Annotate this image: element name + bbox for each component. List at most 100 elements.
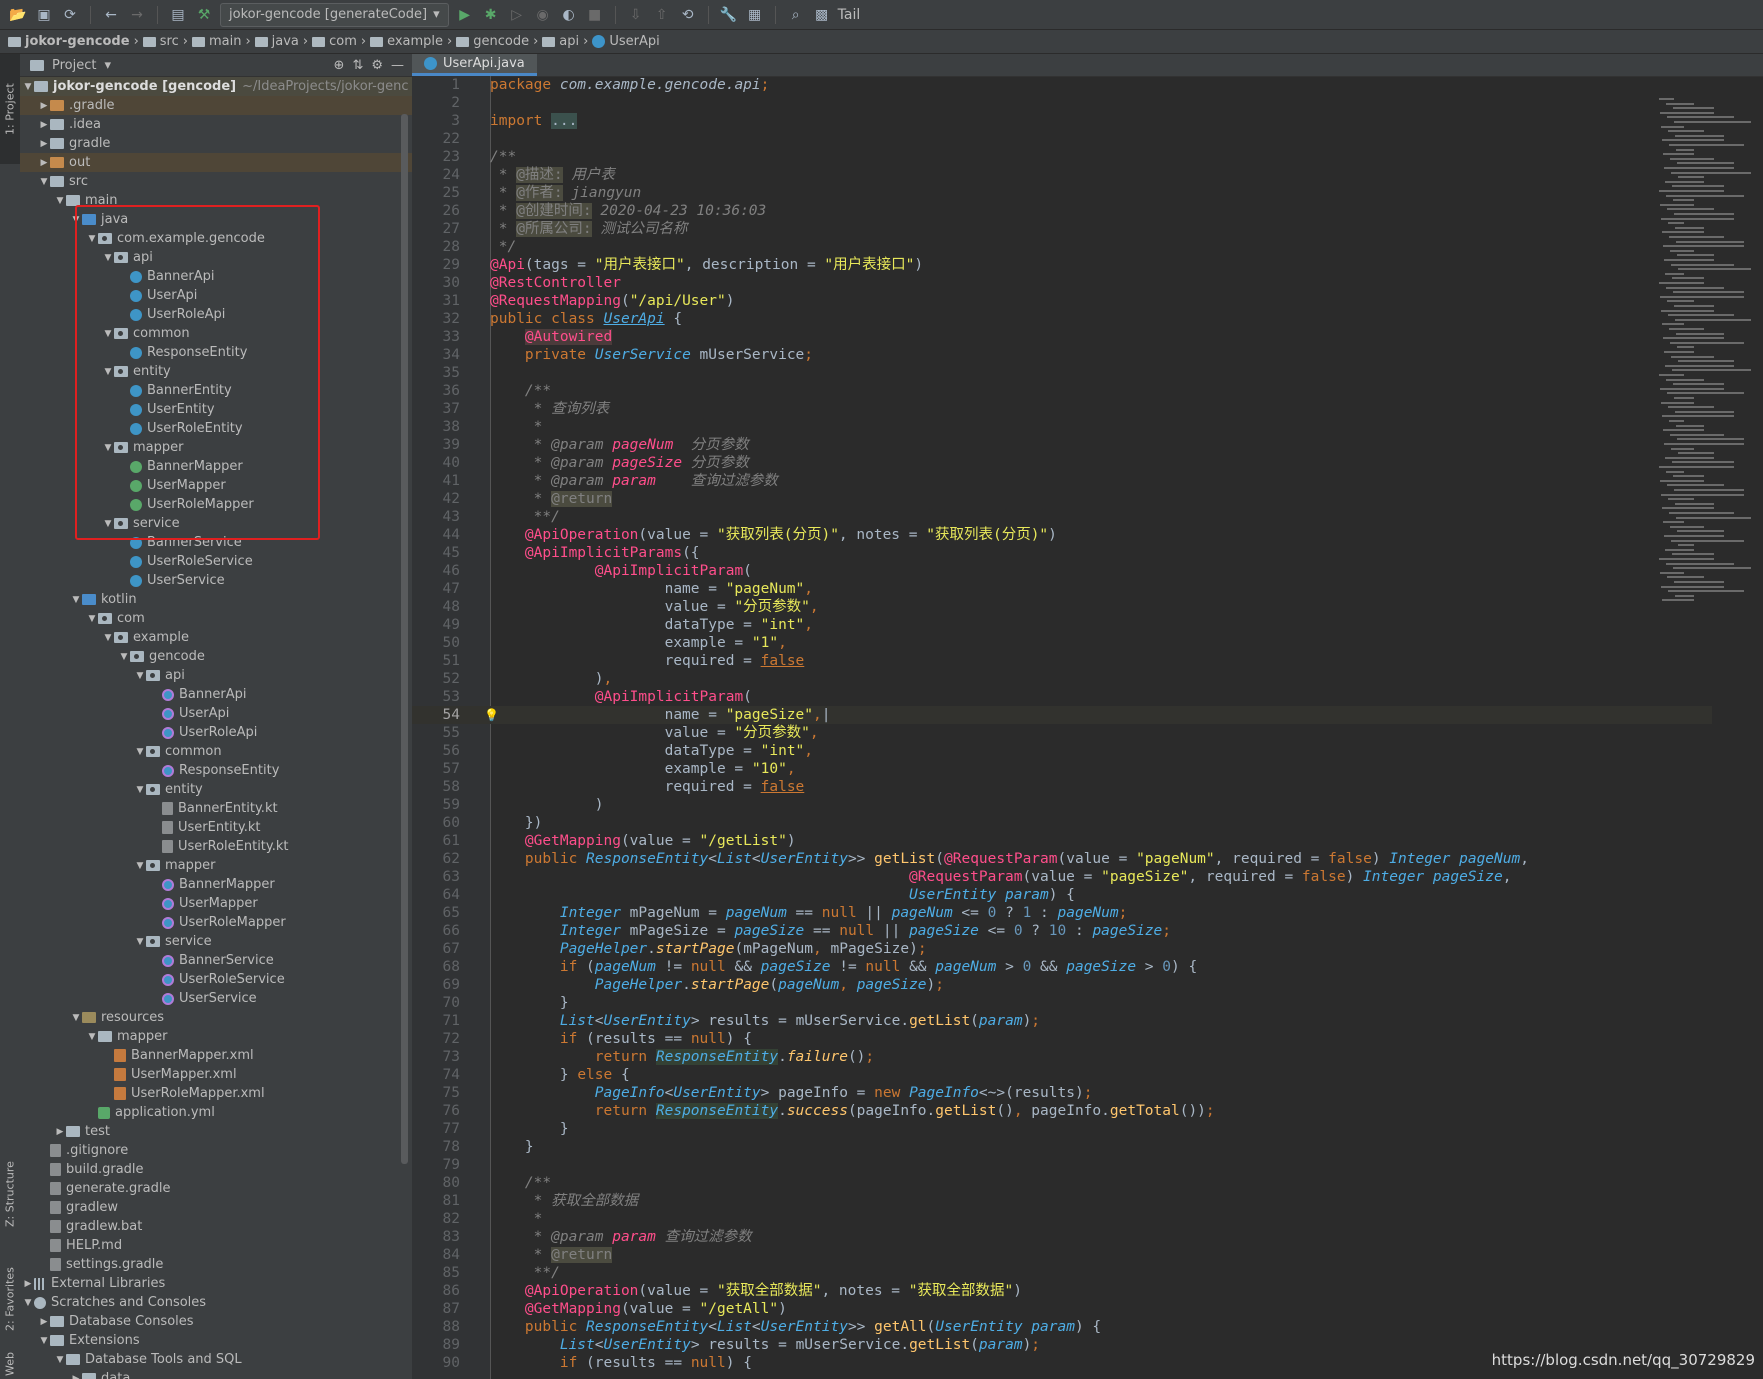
code-line[interactable]: 1 package com.example.gencode.api;	[412, 76, 1712, 94]
code-line[interactable]: 67 PageHelper.startPage(mPageNum, mPageS…	[412, 940, 1712, 958]
tree-item[interactable]: ▶ data	[20, 1369, 412, 1379]
tree-item[interactable]: HELP.md	[20, 1236, 412, 1255]
code-line[interactable]: 75 PageInfo<UserEntity> pageInfo = new P…	[412, 1084, 1712, 1102]
chevron-right-icon[interactable]: ▶	[38, 139, 50, 149]
tree-root[interactable]: ▼ jokor-gencode [gencode] ~/IdeaProjects…	[20, 77, 412, 96]
tree-item[interactable]: UserService	[20, 989, 412, 1008]
chevron-right-icon[interactable]: ▶	[70, 1374, 82, 1379]
project-structure-icon[interactable]: ▦	[745, 5, 765, 25]
chevron-down-icon[interactable]: ▼	[54, 1355, 66, 1365]
code-line[interactable]: 54 name = "pageSize",| 💡	[412, 706, 1712, 724]
chevron-down-icon[interactable]: ▼	[22, 82, 34, 92]
code-line[interactable]: 82 *	[412, 1210, 1712, 1228]
chevron-down-icon[interactable]: ▼	[102, 367, 114, 377]
code-line[interactable]: 85 **/	[412, 1264, 1712, 1282]
chevron-right-icon[interactable]: ▶	[38, 120, 50, 130]
tree-item[interactable]: .gitignore	[20, 1141, 412, 1160]
tree-item[interactable]: BannerApi	[20, 685, 412, 704]
tree-item[interactable]: ▼ api	[20, 248, 412, 267]
code-line[interactable]: 63 @RequestParam(value = "pageSize", req…	[412, 868, 1712, 886]
chevron-down-icon[interactable]: ▼	[54, 196, 66, 206]
tree-item[interactable]: ▼ Database Tools and SQL	[20, 1350, 412, 1369]
code-line[interactable]: 59 )	[412, 796, 1712, 814]
chevron-down-icon[interactable]: ▼	[86, 234, 98, 244]
breadcrumb-item[interactable]: jokor-gencode	[8, 34, 130, 49]
code-line[interactable]: 55 value = "分页参数",	[412, 724, 1712, 742]
search-icon[interactable]: ⌕	[786, 5, 806, 25]
chevron-down-icon[interactable]: ▼	[38, 1336, 50, 1346]
profile-icon[interactable]: ◉	[533, 5, 553, 25]
tree-item[interactable]: UserMapper	[20, 476, 412, 495]
tree-item[interactable]: gradlew	[20, 1198, 412, 1217]
chevron-down-icon[interactable]: ▼	[134, 747, 146, 757]
project-panel-title[interactable]: Project	[52, 58, 96, 73]
code-line[interactable]: 58 required = false	[412, 778, 1712, 796]
code-line[interactable]: 77 }	[412, 1120, 1712, 1138]
code-line[interactable]: 26 * @创建时间: 2020-04-23 10:36:03	[412, 202, 1712, 220]
tree-item[interactable]: UserRoleMapper	[20, 913, 412, 932]
code-area[interactable]: 1 package com.example.gencode.api; 2 3 impor…	[412, 76, 1763, 1379]
code-line[interactable]: 43 **/	[412, 508, 1712, 526]
chevron-down-icon[interactable]: ▼	[134, 785, 146, 795]
chevron-right-icon[interactable]: ▶	[38, 1317, 50, 1327]
hide-panel-icon[interactable]: —	[391, 58, 404, 73]
code-line[interactable]: 3 import ...	[412, 112, 1712, 130]
tree-item[interactable]: UserRoleService	[20, 552, 412, 571]
chevron-down-icon[interactable]: ▼	[86, 1032, 98, 1042]
tree-item[interactable]: UserRoleEntity	[20, 419, 412, 438]
tree-item[interactable]: ▶ .idea	[20, 115, 412, 134]
tree-item[interactable]: ResponseEntity	[20, 343, 412, 362]
tree-item[interactable]: ▼ mapper	[20, 856, 412, 875]
tree-item[interactable]: ▼ mapper	[20, 438, 412, 457]
tree-item[interactable]: ▼ kotlin	[20, 590, 412, 609]
tree-item[interactable]: UserMapper.xml	[20, 1065, 412, 1084]
code-line[interactable]: 61 @GetMapping(value = "/getList")	[412, 832, 1712, 850]
code-line[interactable]: 78 }	[412, 1138, 1712, 1156]
tree-item[interactable]: ▼ Extensions	[20, 1331, 412, 1350]
forward-icon[interactable]: →	[127, 5, 147, 25]
tree-item[interactable]: ▼ gencode	[20, 647, 412, 666]
code-minimap[interactable]	[1649, 98, 1754, 618]
breadcrumb-item[interactable]: example	[370, 34, 443, 49]
chevron-down-icon[interactable]: ▼	[102, 519, 114, 529]
tree-item[interactable]: ▼ example	[20, 628, 412, 647]
vcs-commit-icon[interactable]: ⇧	[652, 5, 672, 25]
tree-item[interactable]: UserRoleMapper.xml	[20, 1084, 412, 1103]
open-folder-icon[interactable]: 📂	[8, 5, 28, 25]
vcs-update-icon[interactable]: ⇩	[626, 5, 646, 25]
code-line[interactable]: 42 * @return	[412, 490, 1712, 508]
stop-icon[interactable]: ■	[585, 5, 605, 25]
tree-item[interactable]: ▼ common	[20, 324, 412, 343]
tree-item[interactable]: BannerMapper.xml	[20, 1046, 412, 1065]
code-line[interactable]: 22	[412, 130, 1712, 148]
code-line[interactable]: 65 Integer mPageNum = pageNum == null ||…	[412, 904, 1712, 922]
code-line[interactable]: 56 dataType = "int",	[412, 742, 1712, 760]
chevron-down-icon[interactable]: ▼	[134, 861, 146, 871]
code-line[interactable]: 44 @ApiOperation(value = "获取列表(分页)", not…	[412, 526, 1712, 544]
chevron-down-icon[interactable]: ▼	[134, 937, 146, 947]
code-line[interactable]: 46 @ApiImplicitParam(	[412, 562, 1712, 580]
code-line[interactable]: 41 * @param param 查询过滤参数	[412, 472, 1712, 490]
tree-item[interactable]: ▶ Database Consoles	[20, 1312, 412, 1331]
code-line[interactable]: 34 private UserService mUserService;	[412, 346, 1712, 364]
tree-item[interactable]: generate.gradle	[20, 1179, 412, 1198]
code-line[interactable]: 74 } else {	[412, 1066, 1712, 1084]
tree-item[interactable]: UserService	[20, 571, 412, 590]
attach-debugger-icon[interactable]: ◐	[559, 5, 579, 25]
code-line[interactable]: 35	[412, 364, 1712, 382]
code-line[interactable]: 51 required = false	[412, 652, 1712, 670]
code-line[interactable]: 39 * @param pageNum 分页参数	[412, 436, 1712, 454]
code-line[interactable]: 68 if (pageNum != null && pageSize != nu…	[412, 958, 1712, 976]
tree-item[interactable]: settings.gradle	[20, 1255, 412, 1274]
code-line[interactable]: 33 @Autowired	[412, 328, 1712, 346]
tree-item[interactable]: ▼ main	[20, 191, 412, 210]
code-line[interactable]: 79	[412, 1156, 1712, 1174]
chevron-down-icon[interactable]: ▼	[22, 1298, 34, 1308]
code-line[interactable]: 45 @ApiImplicitParams({	[412, 544, 1712, 562]
tree-item[interactable]: BannerService	[20, 951, 412, 970]
project-scrollbar[interactable]	[401, 114, 408, 1164]
tree-item[interactable]: ▶ out	[20, 153, 412, 172]
tree-item[interactable]: ResponseEntity	[20, 761, 412, 780]
tree-item[interactable]: BannerEntity.kt	[20, 799, 412, 818]
code-line[interactable]: 30 @RestController	[412, 274, 1712, 292]
